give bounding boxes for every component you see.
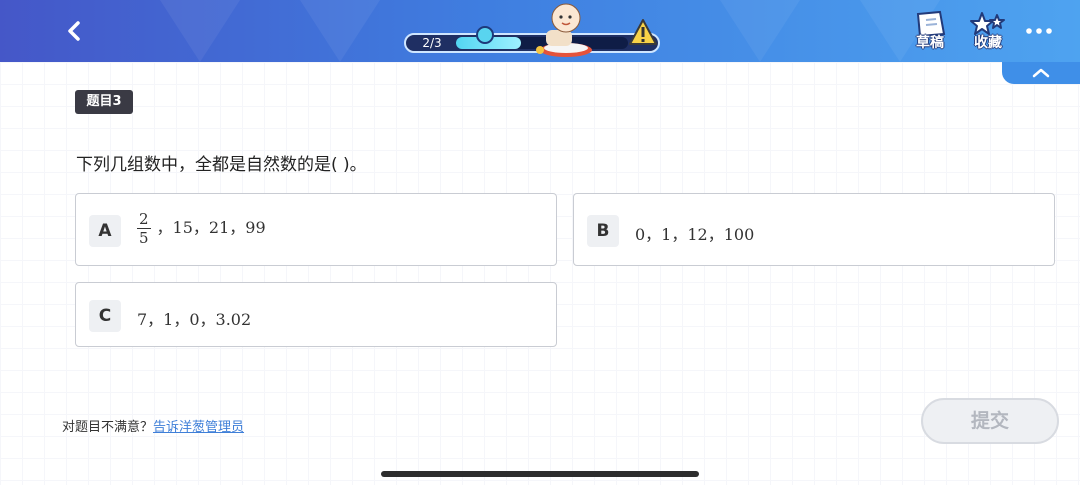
option-a[interactable]: A 2 5 ，15，21，99: [75, 193, 557, 266]
option-text-rest: ，15，21，99: [156, 218, 266, 237]
fraction: 2 5: [137, 210, 151, 247]
feedback-prefix: 对题目不满意？: [62, 420, 154, 435]
more-button[interactable]: [1024, 22, 1054, 40]
top-bar: 2/3 草稿 收藏: [0, 0, 1080, 62]
option-letter: A: [89, 215, 121, 247]
home-indicator: [381, 471, 699, 477]
option-text: 0，1，12，100: [635, 225, 755, 244]
header-pattern: [160, 0, 240, 62]
option-letter: B: [587, 215, 619, 247]
collapse-toggle[interactable]: [1002, 62, 1080, 84]
favorite-button[interactable]: 收藏: [964, 10, 1012, 56]
option-b[interactable]: B 0，1，12，100: [573, 193, 1055, 266]
feedback-line: 对题目不满意？告诉洋葱管理员: [62, 416, 244, 435]
fraction-denominator: 5: [139, 229, 149, 247]
option-letter: C: [89, 300, 121, 332]
question-number-tag: 题目3: [75, 90, 133, 114]
back-button[interactable]: [62, 18, 88, 44]
progress-label: 2/3: [422, 36, 442, 50]
option-text: 7，1，0，3.02: [137, 310, 252, 329]
header-pattern: [720, 0, 800, 62]
favorite-label: 收藏: [974, 35, 1002, 51]
option-c[interactable]: C 7，1，0，3.02: [75, 282, 557, 347]
progress-knob: [476, 26, 494, 44]
draft-button[interactable]: 草稿: [906, 10, 954, 56]
chevron-up-icon: [1032, 68, 1050, 78]
mascot-rocket-icon: [536, 3, 592, 57]
submit-button[interactable]: 提交: [921, 398, 1059, 444]
option-text: 2 5 ，15，21，99: [137, 210, 266, 247]
warning-icon: [629, 19, 657, 45]
question-text: 下列几组数中，全都是自然数的是( )。: [76, 155, 367, 175]
fraction-numerator: 2: [137, 210, 151, 229]
header-pattern: [300, 0, 380, 62]
more-dots-icon: [1026, 28, 1052, 34]
report-link[interactable]: 告诉洋葱管理员: [153, 420, 244, 435]
chevron-left-icon: [68, 21, 80, 41]
draft-label: 草稿: [916, 35, 944, 51]
